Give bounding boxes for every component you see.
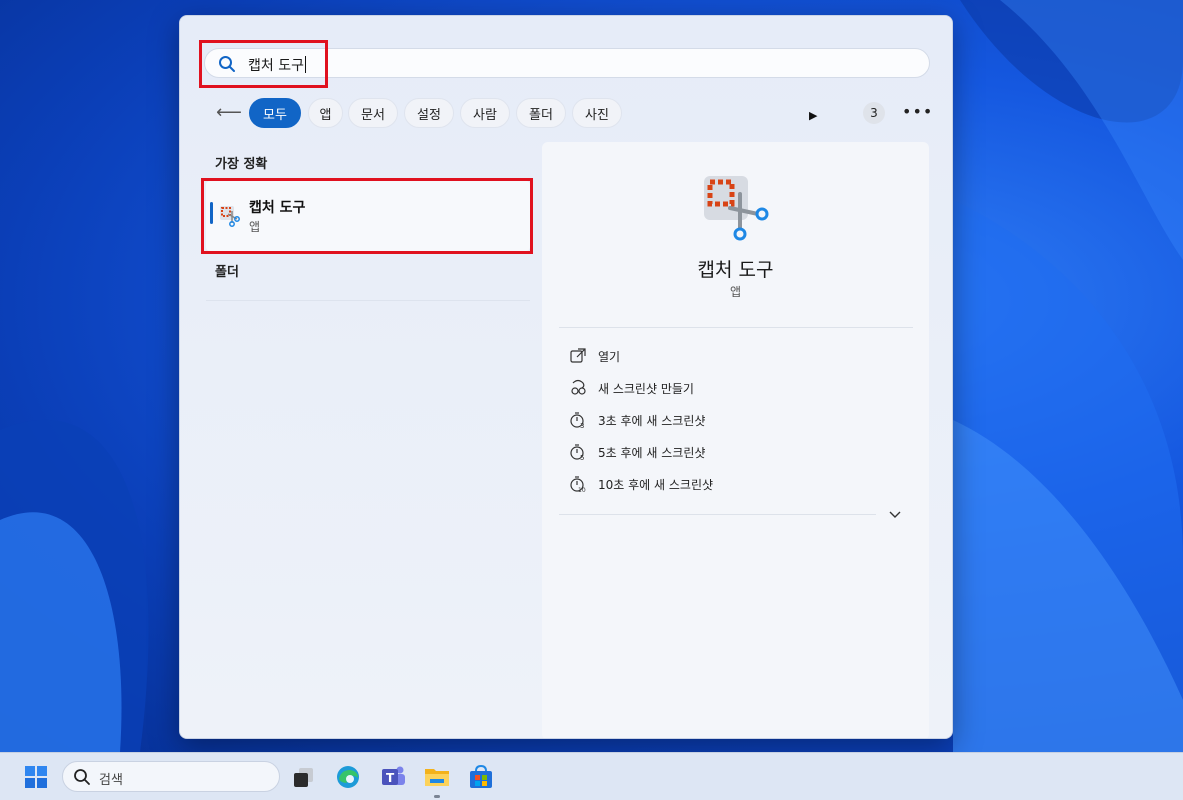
highlight-box-result: [201, 178, 533, 254]
action-open[interactable]: 열기: [569, 346, 620, 366]
highlight-box-search: [199, 40, 328, 88]
file-explorer-icon[interactable]: [422, 762, 452, 792]
action-new-snip-label: 새 스크린샷 만들기: [598, 381, 694, 396]
filter-documents[interactable]: 문서: [348, 98, 398, 128]
detail-subtitle: 앱: [729, 285, 742, 299]
action-timer-10[interactable]: 10 10초 후에 새 스크린샷: [569, 474, 713, 494]
filter-photos-label: 사진: [585, 107, 609, 123]
filter-photos[interactable]: 사진: [572, 98, 622, 128]
action-timer-3-label: 3초 후에 새 스크린샷: [598, 413, 706, 428]
snipping-tool-large-icon: [704, 176, 769, 241]
timer-5-icon: 5: [570, 444, 584, 461]
action-timer-5-label: 5초 후에 새 스크린샷: [598, 445, 706, 460]
back-arrow-icon[interactable]: ⟵: [216, 102, 242, 124]
action-timer-5[interactable]: 5 5초 후에 새 스크린샷: [569, 442, 705, 462]
new-snip-icon: [571, 379, 586, 395]
detail-title: 캡처 도구: [697, 259, 774, 281]
filter-documents-label: 문서: [361, 107, 385, 123]
more-options-icon[interactable]: •••: [902, 102, 933, 121]
filter-all-label: 모두: [263, 107, 287, 123]
filter-settings[interactable]: 설정: [404, 98, 454, 128]
best-match-heading: 가장 정확: [215, 157, 268, 172]
timer-3-icon: 3: [570, 412, 584, 429]
svg-text:T: T: [386, 771, 395, 785]
svg-text:5: 5: [580, 454, 584, 461]
divider: [559, 514, 876, 515]
filter-apps-label: 앱: [319, 107, 332, 123]
folders-heading: 폴더: [215, 265, 239, 280]
action-timer-10-label: 10초 후에 새 스크린샷: [598, 477, 714, 492]
action-open-label: 열기: [598, 349, 621, 364]
taskbar-search-box[interactable]: 검색: [62, 761, 280, 792]
timer-10-icon: 10: [570, 476, 586, 493]
filter-people[interactable]: 사람: [460, 98, 510, 128]
open-external-icon: [570, 348, 586, 363]
taskbar: 검색 T: [0, 752, 1183, 800]
search-icon: [74, 769, 90, 785]
filter-folders-label: 폴더: [529, 107, 553, 123]
filter-people-label: 사람: [473, 107, 497, 123]
divider: [559, 327, 913, 328]
running-indicator: [434, 795, 440, 798]
filter-all[interactable]: 모두: [249, 98, 301, 128]
teams-icon[interactable]: T: [378, 762, 408, 792]
taskbar-search-placeholder: 검색: [99, 773, 123, 788]
result-count-badge[interactable]: 3: [863, 102, 885, 124]
task-view-icon[interactable]: [289, 762, 319, 792]
svg-text:3: 3: [580, 422, 584, 429]
chevron-down-icon[interactable]: [887, 506, 903, 522]
filter-settings-label: 설정: [417, 107, 441, 123]
edge-icon[interactable]: [333, 762, 363, 792]
filter-apps[interactable]: 앱: [308, 98, 343, 128]
detail-pane: 캡처 도구 앱 열기 새 스크린샷 만들기 3 3초 후에 새 스크린샷 5 5…: [542, 142, 929, 738]
svg-text:10: 10: [578, 487, 586, 493]
play-icon[interactable]: ▶: [809, 109, 817, 122]
divider: [206, 300, 530, 301]
filter-folders[interactable]: 폴더: [516, 98, 566, 128]
microsoft-store-icon[interactable]: [466, 762, 496, 792]
action-timer-3[interactable]: 3 3초 후에 새 스크린샷: [569, 410, 705, 430]
windows-start-icon[interactable]: [16, 761, 56, 793]
action-new-snip[interactable]: 새 스크린샷 만들기: [569, 378, 694, 398]
start-search-panel: 캡처 도구 ⟵ 모두 앱 문서 설정 사람 폴더 사진 ▶ 3 ••• 가장 정…: [179, 15, 953, 739]
